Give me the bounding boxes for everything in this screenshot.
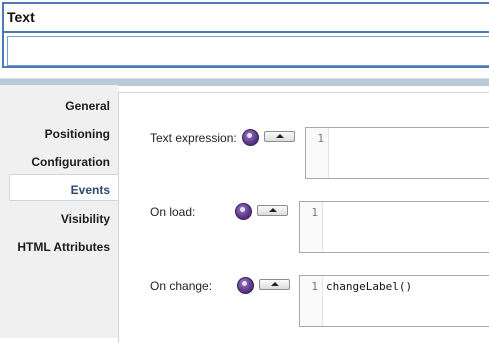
editor-gutter: 1 [300,276,323,326]
on-load-editor[interactable]: 1 [299,201,489,253]
editor-gutter: 1 [300,202,323,252]
triangle-up-icon[interactable] [259,279,290,290]
component-title: Text [7,9,35,25]
nav-item-general[interactable]: General [65,99,110,113]
text-expression-label: Text expression: [150,131,237,145]
nav-item-configuration[interactable]: Configuration [31,155,110,169]
nav-item-positioning[interactable]: Positioning [45,127,110,141]
on-load-label: On load: [150,205,196,219]
script-expression-icon[interactable] [235,203,252,220]
triangle-up-icon[interactable] [257,205,288,216]
on-change-label: On change: [150,279,213,293]
nav-item-html-attributes[interactable]: HTML Attributes [17,240,110,254]
script-expression-icon[interactable] [242,129,259,146]
editor-gutter: 1 [306,128,329,178]
script-expression-icon[interactable] [237,277,254,294]
text-expression-editor[interactable]: 1 [305,127,489,179]
component-title-divider [4,31,489,33]
nav-item-visibility[interactable]: Visibility [61,212,110,226]
line-number: 1 [317,132,324,145]
editor-code: changeLabel() [326,280,413,293]
events-panel: Text expression: 1 On load: 1 On change:… [118,92,489,343]
triangle-up-icon[interactable] [264,131,295,142]
nav-item-events[interactable]: Events [71,183,110,197]
component-preview-area[interactable] [7,36,489,66]
line-number: 1 [311,206,318,219]
properties-nav: General Positioning Configuration Events… [0,85,119,338]
text-component-box[interactable]: Text [2,2,489,68]
line-number: 1 [311,280,318,293]
on-change-editor[interactable]: 1 changeLabel() [299,275,489,327]
